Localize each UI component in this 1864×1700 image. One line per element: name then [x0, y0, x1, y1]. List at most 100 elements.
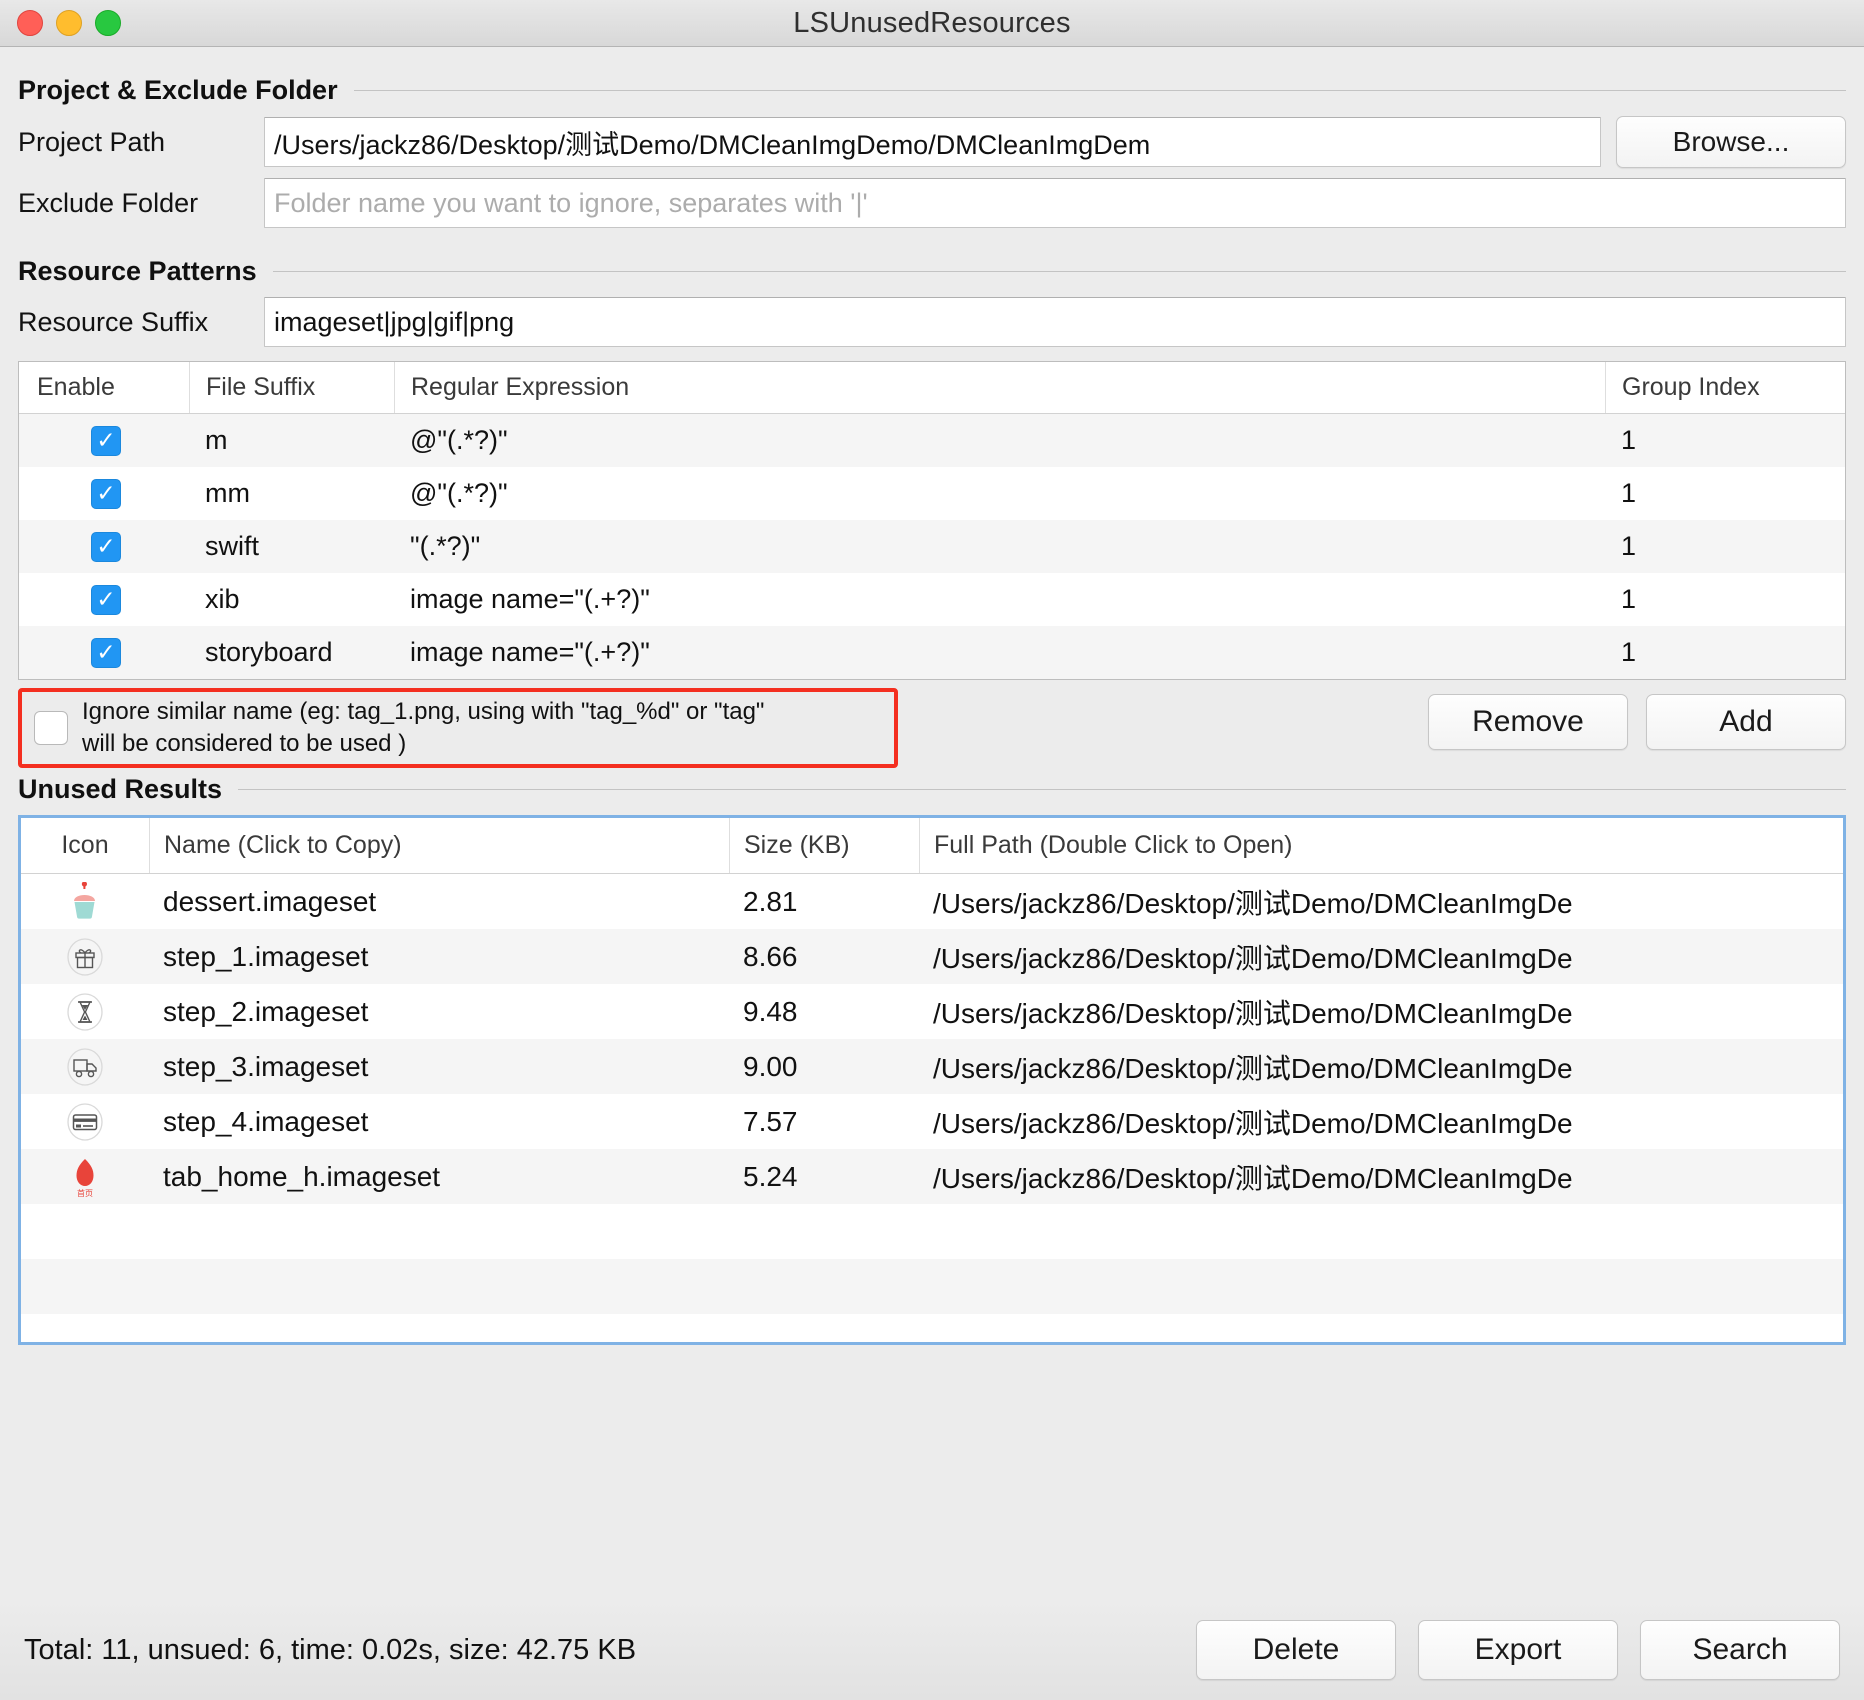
ignore-similar-checkbox[interactable]: ✓	[34, 711, 68, 745]
pattern-enable-cell: ✓	[19, 478, 189, 509]
result-path-cell[interactable]: /Users/jackz86/Desktop/测试Demo/DMCleanImg…	[919, 1157, 1843, 1197]
pattern-group-index-cell[interactable]: 1	[1605, 584, 1845, 615]
project-path-row: Project Path /Users/jackz86/Desktop/测试De…	[18, 116, 1846, 168]
ignore-similar-label-line2: will be considered to be used )	[82, 730, 407, 757]
pattern-enable-cell: ✓	[19, 425, 189, 456]
pattern-file-suffix-cell[interactable]: xib	[189, 584, 394, 615]
section-divider-rule	[272, 271, 1846, 272]
app-window: LSUnusedResources Project & Exclude Fold…	[0, 0, 1864, 1700]
result-size-cell: 9.00	[743, 1050, 798, 1082]
resource-suffix-row: Resource Suffix imageset|jpg|gif|png	[18, 297, 1846, 347]
result-name-cell[interactable]: step_4.imageset	[149, 1106, 729, 1138]
patterns-table-row[interactable]: ✓ mm @"(.*?)" 1	[19, 467, 1845, 520]
section-divider-rule	[353, 90, 1846, 91]
pattern-regex-cell[interactable]: @"(.*?)"	[394, 425, 1605, 456]
pattern-regex-cell[interactable]: "(.*?)"	[394, 531, 1605, 562]
patterns-table-row[interactable]: ✓ xib image name="(.+?)" 1	[19, 573, 1845, 626]
export-button[interactable]: Export	[1418, 1620, 1618, 1680]
result-path-cell[interactable]: /Users/jackz86/Desktop/测试Demo/DMCleanImg…	[919, 882, 1843, 922]
pattern-regex-cell[interactable]: image name="(.+?)"	[394, 584, 1605, 615]
column-header-icon[interactable]: Icon	[21, 818, 149, 873]
results-empty-area	[21, 1204, 1843, 1342]
pattern-file-suffix-cell[interactable]: mm	[189, 478, 394, 509]
result-name-cell[interactable]: tab_home_h.imageset	[149, 1161, 729, 1193]
status-text: Total: 11, unsued: 6, time: 0.02s, size:…	[24, 1633, 637, 1666]
pattern-group-index-cell[interactable]: 1	[1605, 478, 1845, 509]
results-table[interactable]: Icon Name (Click to Copy) Size (KB) Full…	[18, 815, 1846, 1345]
column-header-enable[interactable]: Enable	[19, 362, 189, 413]
results-table-row[interactable]: step_2.imageset 9.48/Users/jackz86/Deskto…	[21, 984, 1843, 1039]
patterns-section-header: Resource Patterns	[18, 256, 1846, 287]
ignore-similar-highlight: ✓ Ignore similar name (eg: tag_1.png, us…	[18, 688, 898, 768]
pattern-enable-checkbox[interactable]: ✓	[91, 584, 121, 615]
result-size-cell: 9.48	[743, 995, 798, 1027]
results-table-row[interactable]: dessert.imageset 2.81/Users/jackz86/Deskt…	[21, 874, 1843, 929]
results-table-row[interactable]: step_4.imageset 7.57/Users/jackz86/Deskto…	[21, 1094, 1843, 1149]
results-table-row[interactable]: step_1.imageset 8.66/Users/jackz86/Deskto…	[21, 929, 1843, 984]
result-name-cell[interactable]: step_3.imageset	[149, 1051, 729, 1083]
truck-icon	[21, 1047, 149, 1086]
gift-icon	[21, 937, 149, 976]
result-name-cell[interactable]: dessert.imageset	[149, 886, 729, 918]
result-size-cell: 5.24	[743, 1160, 798, 1192]
pattern-enable-checkbox[interactable]: ✓	[91, 425, 121, 456]
footer-bar: Total: 11, unsued: 6, time: 0.02s, size:…	[0, 1600, 1864, 1700]
result-size-cell: 8.66	[743, 940, 798, 972]
pattern-regex-cell[interactable]: @"(.*?)"	[394, 478, 1605, 509]
pattern-regex-cell[interactable]: image name="(.+?)"	[394, 637, 1605, 668]
delete-button[interactable]: Delete	[1196, 1620, 1396, 1680]
pattern-enable-checkbox[interactable]: ✓	[91, 478, 121, 509]
empty-row	[21, 1204, 1843, 1259]
home-tab-icon: 首页	[21, 1156, 149, 1198]
search-button[interactable]: Search	[1640, 1620, 1840, 1680]
result-path-cell[interactable]: /Users/jackz86/Desktop/测试Demo/DMCleanImg…	[919, 992, 1843, 1032]
exclude-folder-label: Exclude Folder	[18, 187, 199, 218]
pattern-file-suffix-cell[interactable]: swift	[189, 531, 394, 562]
title-bar: LSUnusedResources	[0, 0, 1864, 47]
results-section-header: Unused Results	[18, 774, 1846, 805]
result-path-cell[interactable]: /Users/jackz86/Desktop/测试Demo/DMCleanImg…	[919, 1102, 1843, 1142]
result-path-cell[interactable]: /Users/jackz86/Desktop/测试Demo/DMCleanImg…	[919, 937, 1843, 977]
column-header-name[interactable]: Name (Click to Copy)	[149, 818, 729, 873]
pattern-enable-cell: ✓	[19, 584, 189, 615]
patterns-table-row[interactable]: ✓ storyboard image name="(.+?)" 1	[19, 626, 1845, 679]
ignore-similar-area: ✓ Ignore similar name (eg: tag_1.png, us…	[18, 688, 1846, 768]
result-size-cell: 7.57	[743, 1105, 798, 1137]
empty-row	[21, 1314, 1843, 1342]
result-path-cell[interactable]: /Users/jackz86/Desktop/测试Demo/DMCleanImg…	[919, 1047, 1843, 1087]
resource-suffix-input[interactable]: imageset|jpg|gif|png	[264, 297, 1846, 347]
pattern-group-index-cell[interactable]: 1	[1605, 637, 1845, 668]
project-section-title: Project & Exclude Folder	[18, 75, 338, 105]
pattern-enable-cell: ✓	[19, 637, 189, 668]
column-header-full-path[interactable]: Full Path (Double Click to Open)	[919, 818, 1843, 873]
project-path-input[interactable]: /Users/jackz86/Desktop/测试Demo/DMCleanImg…	[264, 117, 1601, 167]
browse-button[interactable]: Browse...	[1616, 116, 1846, 168]
remove-button[interactable]: Remove	[1428, 694, 1628, 750]
column-header-group-index[interactable]: Group Index	[1605, 362, 1845, 413]
pattern-enable-checkbox[interactable]: ✓	[91, 531, 121, 562]
column-header-file-suffix[interactable]: File Suffix	[189, 362, 394, 413]
pattern-group-index-cell[interactable]: 1	[1605, 425, 1845, 456]
column-header-regular-expression[interactable]: Regular Expression	[394, 362, 1605, 413]
pattern-file-suffix-cell[interactable]: m	[189, 425, 394, 456]
add-button[interactable]: Add	[1646, 694, 1846, 750]
result-name-cell[interactable]: step_1.imageset	[149, 941, 729, 973]
patterns-table-row[interactable]: ✓ m @"(.*?)" 1	[19, 414, 1845, 467]
empty-row	[21, 1259, 1843, 1314]
result-size-cell: 2.81	[743, 885, 798, 917]
result-name-cell[interactable]: step_2.imageset	[149, 996, 729, 1028]
pattern-enable-checkbox[interactable]: ✓	[91, 637, 121, 668]
results-table-row[interactable]: 首页 tab_home_h.imageset 5.24/Users/jackz86/…	[21, 1149, 1843, 1204]
svg-text:首页: 首页	[77, 1188, 93, 1198]
pattern-group-index-cell[interactable]: 1	[1605, 531, 1845, 562]
exclude-folder-input[interactable]: Folder name you want to ignore, separate…	[264, 178, 1846, 228]
results-table-header: Icon Name (Click to Copy) Size (KB) Full…	[21, 818, 1843, 874]
results-table-row[interactable]: step_3.imageset 9.00/Users/jackz86/Deskto…	[21, 1039, 1843, 1094]
hourglass-icon	[21, 992, 149, 1031]
patterns-table-row[interactable]: ✓ swift "(.*?)" 1	[19, 520, 1845, 573]
credit-card-icon	[21, 1102, 149, 1141]
project-section-header: Project & Exclude Folder	[18, 75, 1846, 106]
column-header-size[interactable]: Size (KB)	[729, 818, 919, 873]
patterns-section-title: Resource Patterns	[18, 256, 257, 286]
pattern-file-suffix-cell[interactable]: storyboard	[189, 637, 394, 668]
